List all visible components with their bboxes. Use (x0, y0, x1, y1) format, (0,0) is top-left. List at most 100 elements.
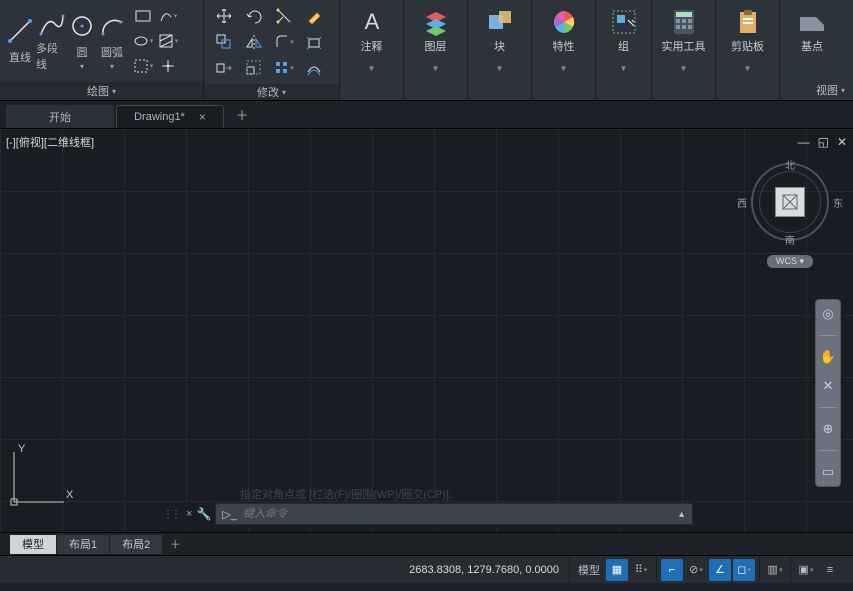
status-customize-button[interactable]: ≡ (819, 559, 841, 581)
status-lineweight-button[interactable]: ▥▾ (764, 559, 786, 581)
ribbon-group-modify: 修改▾ (204, 0, 340, 100)
status-osnap-button[interactable]: ◻▾ (733, 559, 755, 581)
offset-button[interactable] (300, 56, 328, 80)
drawing-area[interactable]: [-][俯视][二维线框] — ◱ ✕ 北 南 西 东 WCS ▾ ◎ ✋ ✕ … (0, 129, 853, 532)
modify-group-label[interactable]: 修改▾ (204, 84, 339, 100)
group-panel[interactable]: 组▼ (596, 0, 652, 100)
tab-drawing1[interactable]: Drawing1*× (116, 105, 224, 128)
base-icon (798, 6, 826, 38)
view-cube[interactable]: 北 南 西 东 WCS ▾ (745, 163, 835, 283)
status-otrack-button[interactable]: ∠ (709, 559, 731, 581)
offset-icon (305, 59, 323, 77)
arc-button[interactable]: 圆弧 ▾ (96, 10, 128, 72)
trim-icon (275, 7, 293, 25)
layout-tab-model[interactable]: 模型 (10, 535, 57, 554)
annotate-panel[interactable]: A 注释▼ (340, 0, 404, 100)
command-history: 指定对角点或 [栏选(F)/圈围(WP)/圈交(CP)]: (240, 486, 452, 502)
status-model-button[interactable]: 模型 (574, 559, 604, 581)
move-button[interactable] (210, 4, 238, 28)
layers-icon (421, 6, 451, 38)
layers-panel[interactable]: 图层▼ (404, 0, 468, 100)
command-customize-icon[interactable]: 🔧 (196, 507, 211, 521)
command-drag-handle[interactable]: ⋮⋮ (160, 509, 182, 520)
scale-button[interactable] (240, 56, 268, 80)
status-ortho-button[interactable]: ⌐ (661, 559, 683, 581)
command-line[interactable]: ▷_ ▲ (215, 503, 693, 525)
fillet-button[interactable] (270, 30, 298, 54)
hatch-button[interactable] (157, 30, 179, 52)
coordinates-readout[interactable]: 2683.8308, 1279.7680, 0.0000 (409, 564, 559, 576)
point-button[interactable] (157, 55, 179, 77)
layout-tab-1[interactable]: 布局1 (57, 535, 110, 554)
viewport-label[interactable]: [-][俯视][二维线框] (6, 134, 94, 150)
rectangle-button[interactable] (132, 5, 154, 27)
new-tab-button[interactable]: ＋ (230, 104, 254, 124)
utils-panel[interactable]: 实用工具▼ (652, 0, 716, 100)
polyline-icon (38, 10, 66, 38)
array-icon (274, 59, 289, 77)
spline-icon (159, 7, 173, 25)
compass-south[interactable]: 南 (785, 232, 795, 247)
explode-button[interactable] (300, 30, 328, 54)
command-input[interactable] (243, 508, 671, 520)
pan-icon[interactable]: ✋ (820, 349, 836, 365)
group-icon (610, 6, 638, 38)
ellipse-button[interactable] (132, 30, 154, 52)
region-button[interactable] (132, 55, 154, 77)
close-tab-icon[interactable]: × (199, 110, 206, 124)
command-history-button[interactable]: ▲ (677, 509, 686, 519)
minimize-icon[interactable]: — (798, 135, 810, 149)
status-workspace-button[interactable]: ▣▾ (795, 559, 817, 581)
cube-face-top[interactable] (775, 187, 805, 217)
draw-group-label[interactable]: 绘图▾ (0, 82, 203, 100)
zoom-extents-icon[interactable]: ✕ (823, 378, 834, 394)
line-label: 直线 (9, 49, 31, 65)
status-bar: 2683.8308, 1279.7680, 0.0000 模型 ▦ ⠿▾ ⌐ ⊘… (0, 555, 853, 583)
polyline-button[interactable]: 多段线 (36, 10, 68, 72)
hatch-icon (158, 32, 174, 50)
circle-button[interactable]: 圆 ▾ (68, 10, 96, 72)
ribbon-group-draw: 直线 多段线 圆 ▾ 圆弧 ▾ (0, 0, 204, 100)
tab-start[interactable]: 开始 (6, 105, 114, 128)
wcs-badge[interactable]: WCS ▾ (767, 255, 813, 268)
array-button[interactable] (270, 56, 298, 80)
status-grid-button[interactable]: ▦ (606, 559, 628, 581)
document-tabs: 开始 Drawing1*× ＋ (0, 101, 853, 129)
compass-north[interactable]: 北 (785, 157, 795, 172)
nav-wheel-icon[interactable]: ◎ (822, 306, 833, 322)
stretch-icon (215, 59, 233, 77)
stretch-button[interactable] (210, 56, 238, 80)
properties-icon (549, 6, 579, 38)
status-snap-button[interactable]: ⠿▾ (630, 559, 652, 581)
scale-icon (245, 59, 263, 77)
command-close-icon[interactable]: × (186, 508, 192, 520)
copy-button[interactable] (210, 30, 238, 54)
clipboard-panel[interactable]: 剪贴板▼ (716, 0, 780, 100)
trim-button[interactable] (270, 4, 298, 28)
spline-button[interactable] (157, 5, 179, 27)
rotate-button[interactable] (240, 4, 268, 28)
command-prompt-icon: ▷_ (222, 508, 237, 521)
compass-east[interactable]: 东 (833, 195, 843, 210)
showmotion-icon[interactable]: ▭ (822, 464, 834, 480)
circle-icon (69, 12, 95, 42)
mirror-button[interactable] (240, 30, 268, 54)
explode-icon (305, 33, 323, 51)
orbit-icon[interactable]: ⊕ (823, 421, 834, 437)
view-group-label[interactable]: 视图▾ (816, 82, 845, 98)
status-polar-button[interactable]: ⊘▾ (685, 559, 707, 581)
properties-panel[interactable]: 特性▼ (532, 0, 596, 100)
polyline-label: 多段线 (36, 40, 68, 72)
line-icon (6, 17, 34, 47)
layout-add-button[interactable]: ＋ (163, 536, 187, 552)
erase-button[interactable] (300, 4, 328, 28)
move-icon (215, 7, 233, 25)
line-button[interactable]: 直线 (4, 10, 36, 72)
close-icon[interactable]: ✕ (837, 135, 847, 149)
command-line-wrap: ⋮⋮ × 🔧 ▷_ ▲ (160, 502, 693, 526)
maximize-icon[interactable]: ◱ (818, 135, 829, 149)
block-panel[interactable]: 块▼ (468, 0, 532, 100)
erase-icon (305, 7, 323, 25)
compass-west[interactable]: 西 (737, 195, 747, 210)
layout-tab-2[interactable]: 布局2 (110, 535, 163, 554)
